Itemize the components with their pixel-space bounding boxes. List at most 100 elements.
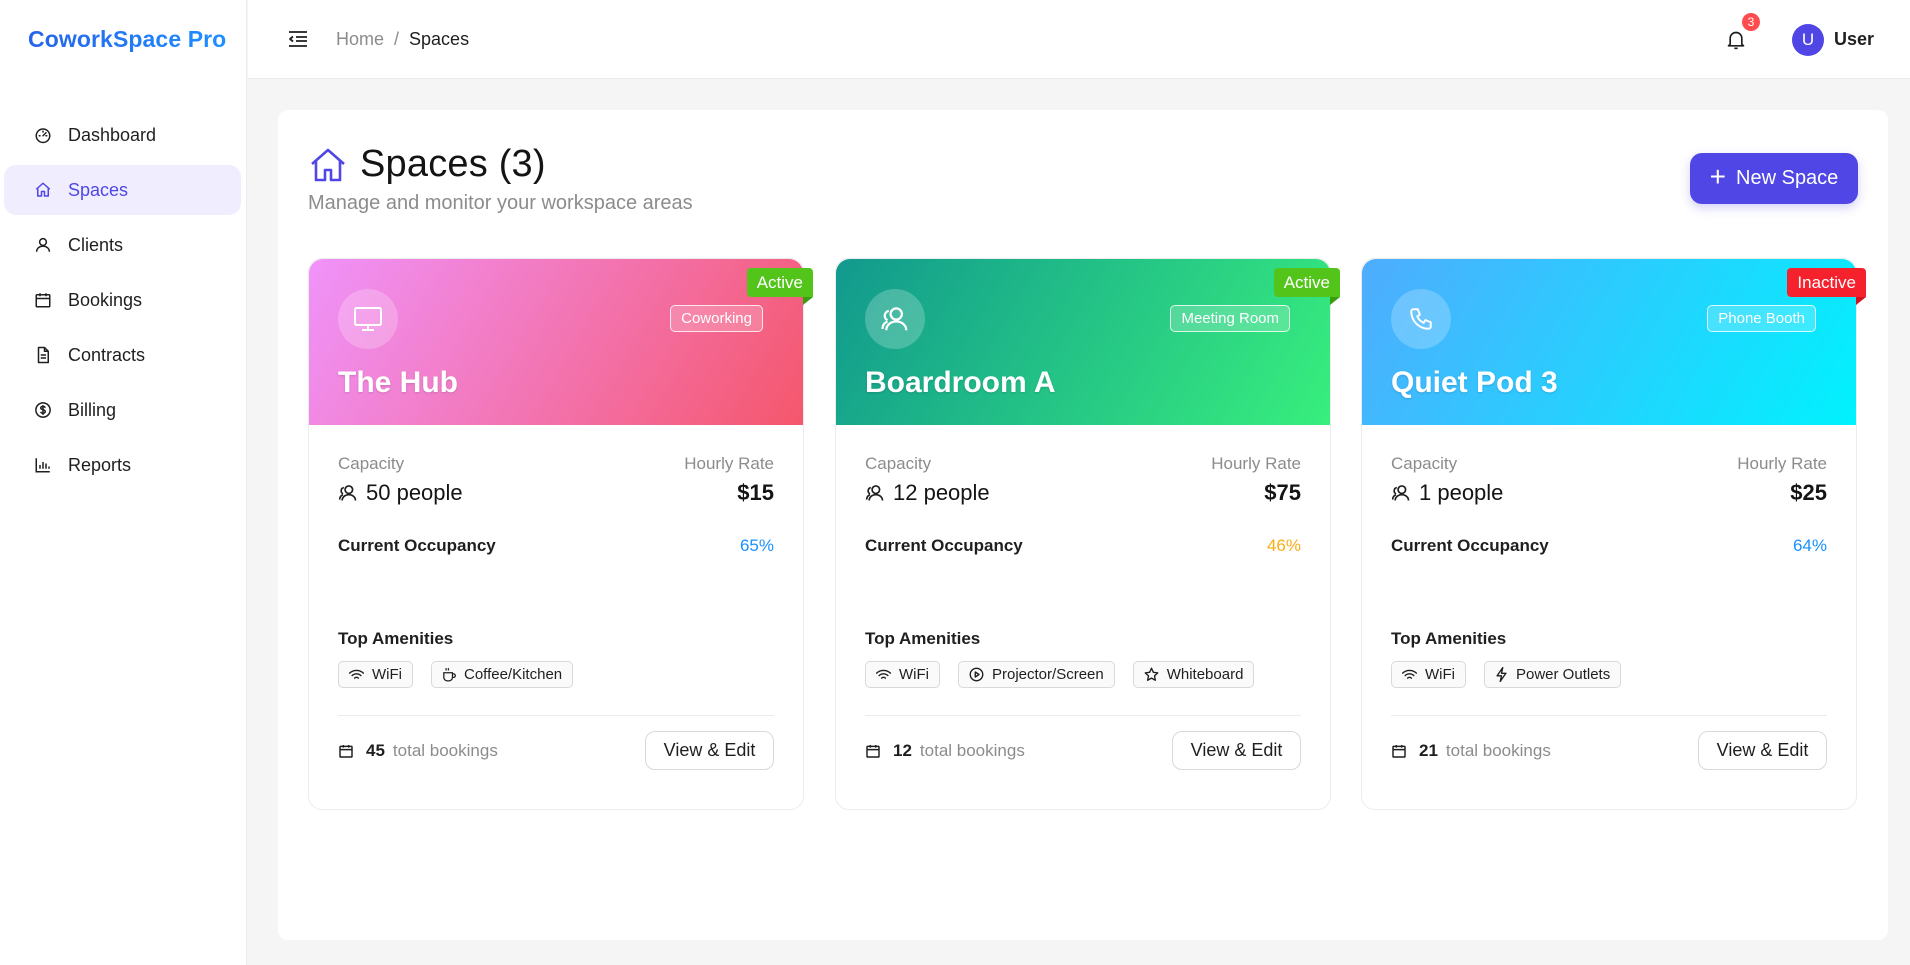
sidebar-item-label: Dashboard	[68, 124, 157, 145]
amenities-title: Top Amenities	[338, 629, 454, 648]
view-edit-button[interactable]: View & Edit	[1698, 731, 1827, 770]
dollar-icon	[32, 399, 54, 421]
amenity-tag: Whiteboard	[1132, 661, 1255, 688]
new-space-label: New Space	[1736, 167, 1839, 189]
view-edit-button[interactable]: View & Edit	[645, 731, 774, 770]
amenity-tag: WiFi	[1391, 661, 1466, 688]
monitor-icon	[338, 289, 398, 349]
top-header: Home / Spaces 3 U User	[248, 0, 1910, 79]
bell-icon	[1727, 31, 1745, 49]
amenities-list: WiFi Projector/Screen Whiteboard	[865, 661, 1301, 688]
capacity-value: 50 people	[366, 480, 463, 505]
hourly-rate-label: Hourly Rate	[1737, 454, 1827, 473]
space-type-tag: Phone Booth	[1707, 305, 1816, 332]
amenities-title: Top Amenities	[865, 629, 981, 648]
breadcrumb: Home / Spaces	[336, 29, 469, 50]
page-title: Spaces (3)	[360, 143, 546, 185]
bookings-label: total bookings	[392, 740, 498, 760]
amenities-title: Top Amenities	[1391, 629, 1507, 648]
brand-name: CoworkSpace Pro	[28, 25, 227, 52]
menu-fold-icon[interactable]	[286, 27, 310, 51]
username[interactable]: User	[1834, 29, 1874, 50]
sidebar-item-label: Billing	[68, 399, 117, 420]
occupancy-value: 46%	[1266, 536, 1301, 555]
occupancy-value: 65%	[739, 536, 774, 555]
capacity-value: 12 people	[893, 480, 990, 505]
sidebar-item-dashboard[interactable]: Dashboard	[4, 110, 241, 160]
capacity-label: Capacity	[1391, 454, 1458, 473]
booking-count: 45	[366, 740, 385, 760]
breadcrumb-home[interactable]: Home	[336, 29, 384, 50]
sidebar: CoworkSpace Pro Dashboard Spaces Clients…	[0, 0, 247, 965]
avatar[interactable]: U	[1791, 23, 1824, 56]
bar-chart-icon	[32, 454, 54, 476]
amenities-list: WiFi Power Outlets	[1391, 661, 1827, 688]
amenity-tag: WiFi	[338, 661, 413, 688]
sidebar-nav: Dashboard Spaces Clients Bookings Contra…	[0, 110, 246, 490]
play-circle-icon	[969, 667, 984, 682]
sidebar-item-spaces[interactable]: Spaces	[4, 165, 241, 215]
sidebar-item-label: Reports	[68, 454, 132, 475]
dashboard-icon	[32, 124, 54, 146]
breadcrumb-separator: /	[394, 28, 400, 49]
capacity-value: 1 people	[1419, 480, 1504, 505]
sidebar-item-reports[interactable]: Reports	[4, 440, 241, 490]
file-icon	[32, 344, 54, 366]
status-badge: Active	[1273, 268, 1341, 305]
hourly-rate-label: Hourly Rate	[684, 454, 774, 473]
status-badge: Active	[746, 268, 814, 305]
bookings-label: total bookings	[1445, 740, 1551, 760]
sidebar-item-label: Contracts	[68, 344, 146, 365]
sidebar-item-label: Bookings	[68, 289, 143, 310]
sidebar-item-clients[interactable]: Clients	[4, 220, 241, 270]
space-card: Phone Booth Quiet Pod 3 Inactive Capacit…	[1361, 258, 1866, 810]
hourly-rate-value: $25	[1790, 480, 1827, 505]
hourly-rate-value: $15	[737, 480, 774, 505]
new-space-button[interactable]: + New Space	[1690, 153, 1858, 204]
occupancy-label: Current Occupancy	[338, 536, 496, 555]
notification-button[interactable]: 3	[1722, 12, 1760, 54]
calendar-icon	[32, 289, 54, 311]
amenity-tag: Coffee/Kitchen	[431, 661, 574, 688]
brand-logo[interactable]: CoworkSpace Pro	[0, 0, 246, 78]
space-card: Meeting Room Boardroom A Active Capacity…	[835, 258, 1341, 810]
phone-icon	[1391, 289, 1451, 349]
page-header: Spaces (3) Manage and monitor your works…	[308, 143, 693, 215]
notification-badge: 3	[1741, 12, 1760, 31]
space-banner: Phone Booth Quiet Pod 3 Inactive	[1362, 259, 1866, 425]
hourly-rate-value: $75	[1264, 480, 1301, 505]
amenity-tag: WiFi	[865, 661, 940, 688]
sidebar-item-label: Clients	[68, 234, 124, 255]
header-actions: 3 U User	[1722, 0, 1874, 79]
space-name: Quiet Pod 3	[1391, 366, 1558, 399]
user-icon	[32, 234, 54, 256]
space-type-tag: Coworking	[670, 305, 763, 332]
sidebar-item-label: Spaces	[68, 179, 129, 200]
amenity-tag: Projector/Screen	[958, 661, 1115, 688]
wifi-icon	[1402, 669, 1417, 679]
space-type-tag: Meeting Room	[1170, 305, 1290, 332]
bookings-label: total bookings	[919, 740, 1025, 760]
plus-icon: +	[1709, 161, 1727, 192]
view-edit-button[interactable]: View & Edit	[1172, 731, 1301, 770]
team-icon	[1391, 485, 1410, 501]
team-icon	[865, 289, 925, 349]
sidebar-item-contracts[interactable]: Contracts	[4, 330, 241, 380]
sidebar-item-bookings[interactable]: Bookings	[4, 275, 241, 325]
space-banner: Coworking The Hub Active	[309, 259, 814, 425]
team-icon	[865, 485, 884, 501]
capacity-label: Capacity	[338, 454, 405, 473]
space-banner: Meeting Room Boardroom A Active	[836, 259, 1341, 425]
bolt-icon	[1496, 667, 1507, 682]
wifi-icon	[876, 669, 891, 679]
calendar-icon	[866, 744, 880, 758]
star-icon	[1144, 667, 1159, 681]
amenities-list: WiFi Coffee/Kitchen	[338, 661, 774, 688]
hourly-rate-label: Hourly Rate	[1211, 454, 1301, 473]
calendar-icon	[1392, 744, 1406, 758]
home-icon	[32, 179, 54, 201]
amenity-tag: Power Outlets	[1484, 661, 1622, 688]
sidebar-item-billing[interactable]: Billing	[4, 385, 241, 435]
space-name: Boardroom A	[865, 366, 1056, 399]
occupancy-value: 64%	[1792, 536, 1827, 555]
